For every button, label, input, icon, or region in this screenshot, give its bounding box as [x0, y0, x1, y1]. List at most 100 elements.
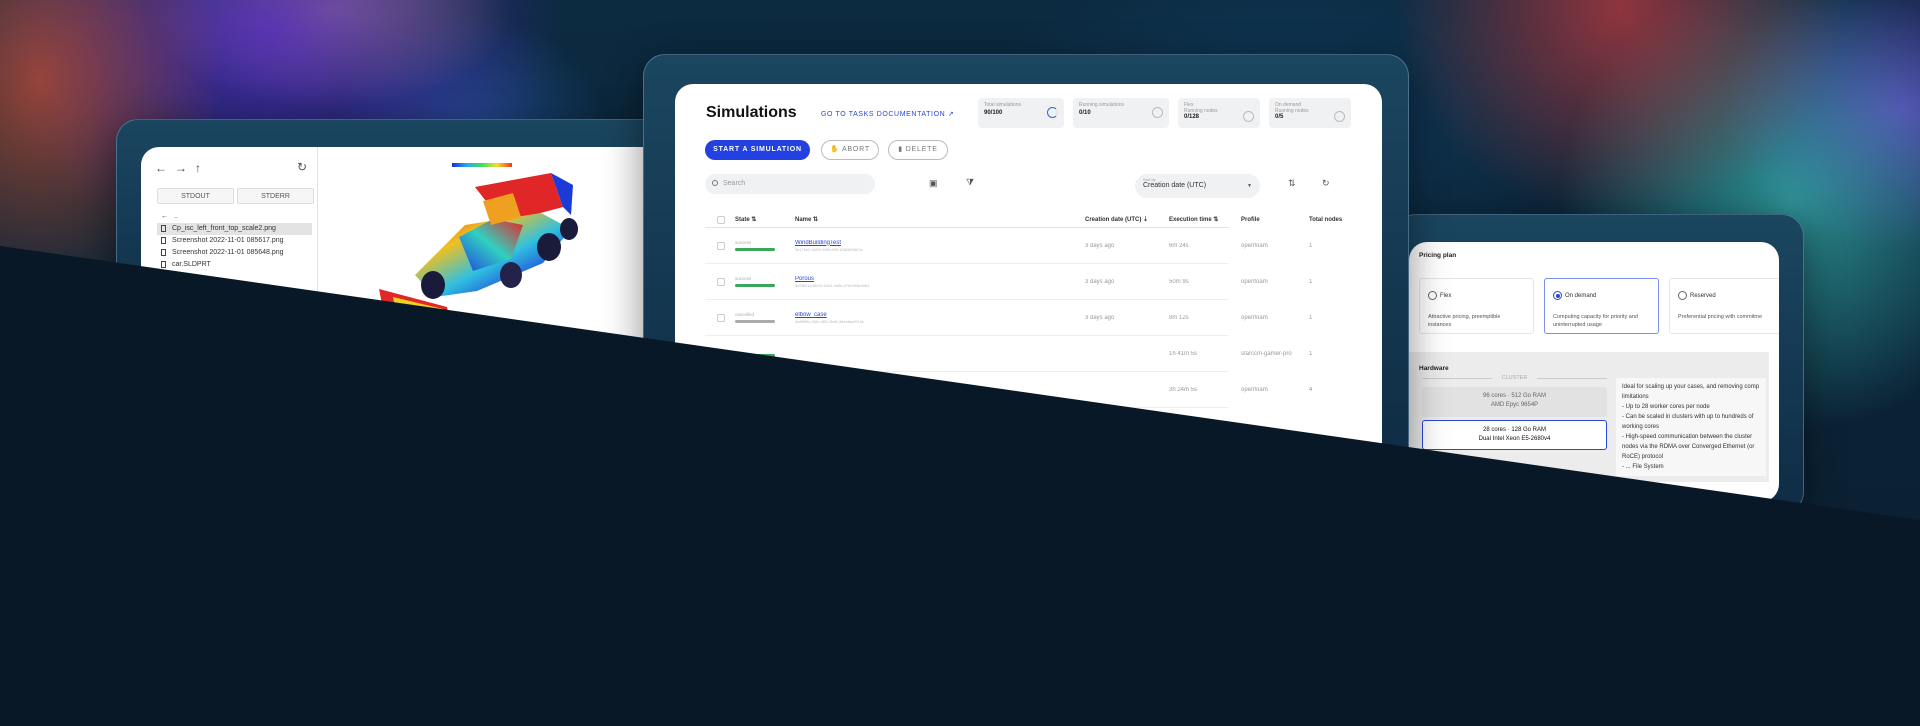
chevron-down-icon: ▼ [1247, 183, 1252, 189]
row-checkbox[interactable] [717, 277, 725, 286]
hardware-option[interactable]: 96 cores · 512 Go RAM AMD Epyc 9654P [1422, 387, 1607, 417]
filter-icon[interactable]: ⧩ [966, 177, 974, 188]
stat-flex-nodes: Flex Running nodes 0/128 [1178, 98, 1260, 128]
profile: starccm-gamer-pro [1241, 350, 1292, 357]
radio-button[interactable] [1678, 291, 1687, 301]
state-bar [735, 320, 775, 323]
execution-time: 1h 41m 5s [1169, 350, 1198, 357]
table-header: State ⇅ Name ⇅ Creation date (UTC) ⇣ Exe… [705, 212, 1342, 228]
column-state[interactable]: State ⇅ [731, 212, 791, 227]
output-tabs: STDOUT STDERR [157, 188, 314, 204]
column-execution-time[interactable]: Execution time ⇅ [1165, 212, 1237, 227]
radio-button[interactable] [1553, 291, 1562, 301]
sort-icon: ⇅ [813, 217, 819, 223]
parent-folder-item[interactable]: ←.. [157, 211, 312, 223]
creation-date: 3 days ago [1085, 278, 1115, 285]
progress-ring-icon [1152, 107, 1163, 118]
file-item[interactable]: Screenshot 2022-11-01 085617.png [157, 235, 312, 247]
state-bar [735, 248, 775, 251]
documentation-link[interactable]: GO TO TASKS DOCUMENTATION ↗ [821, 110, 954, 118]
row-checkbox[interactable] [717, 241, 725, 250]
image-file-icon [161, 249, 166, 256]
table-row[interactable]: cancelled elbow_case 4b6f9f6c-9f2e-4f52-8c… [705, 300, 1312, 336]
search-icon [712, 180, 718, 186]
back-arrow-icon: ← [161, 213, 168, 220]
image-file-icon [161, 225, 166, 232]
sort-descending-icon: ⇣ [1143, 217, 1149, 223]
trash-icon: ▮ [898, 146, 903, 153]
refresh-icon[interactable]: ↻ [1322, 178, 1330, 189]
page-title: Simulations [706, 104, 797, 121]
table-row[interactable]: success Porous 9ef3b41a-8b03-4810-9a5b-e7b… [705, 264, 1312, 300]
column-total-nodes[interactable]: Total nodes [1305, 212, 1355, 227]
sort-icon: ⇅ [1213, 217, 1219, 223]
start-simulation-button[interactable]: START A SIMULATION [705, 140, 810, 160]
stat-total-simulations: Total simulations 90/100 [978, 98, 1064, 128]
stat-on-demand-nodes: On demand Running nodes 0/5 [1269, 98, 1351, 128]
plan-reserved[interactable]: Reserved Preferential pricing with commi… [1669, 278, 1779, 334]
column-profile[interactable]: Profile [1237, 212, 1305, 227]
profile: openfoam [1241, 314, 1268, 321]
simulation-name-link[interactable]: elbow_case [795, 312, 1081, 318]
plan-description: Attractive pricing, preemptible instance… [1428, 314, 1501, 328]
image-file-icon [161, 237, 166, 244]
file-list: ←.. Cp_isc_left_front_top_scale2.png Scr… [157, 211, 312, 271]
total-nodes: 1 [1309, 278, 1313, 285]
hardware-option-selected[interactable]: 28 cores · 128 Go RAM Dual Intel Xeon E5… [1422, 420, 1607, 450]
simulation-name-link[interactable]: WindBuildingTest [795, 240, 1081, 246]
total-nodes: 4 [1309, 386, 1313, 393]
tab-stdout[interactable]: STDOUT [157, 188, 234, 204]
up-arrow-icon[interactable]: ↑ [195, 161, 201, 175]
tab-stderr[interactable]: STDERR [237, 188, 314, 204]
abort-button[interactable]: ✋ ABORT [821, 140, 879, 160]
total-nodes: 1 [1309, 242, 1313, 249]
forward-arrow-icon[interactable]: → [175, 161, 187, 175]
back-arrow-icon[interactable]: ← [155, 161, 167, 175]
profile: openfoam [1241, 386, 1268, 393]
navigation-controls: ← → ↑ [155, 161, 201, 175]
state-bar [735, 284, 775, 287]
simulation-id: 4b6f9f6c-9f2e-4f52-8c8f-3b4a8ac5f19c [795, 318, 864, 324]
execution-time: 8m 12s [1169, 314, 1189, 321]
table-row[interactable]: success WindBuildingTest 3e17bb0-3d50-48f0… [705, 228, 1312, 264]
plan-description: Computing capacity for priority and unin… [1553, 314, 1638, 328]
plan-flex[interactable]: Flex Attractive pricing, preemptible ins… [1419, 278, 1534, 334]
total-nodes: 1 [1309, 350, 1313, 357]
cluster-divider: CLUSTER [1422, 375, 1607, 381]
select-all-checkbox[interactable] [717, 216, 725, 224]
plan-on-demand[interactable]: On demand Computing capacity for priorit… [1544, 278, 1659, 334]
sort-select[interactable]: Sort by Creation date (UTC) ▼ [1135, 174, 1260, 198]
execution-time: 3h 24m 5s [1169, 386, 1198, 393]
plan-description: Preferential pricing with commitme [1678, 314, 1763, 320]
row-checkbox[interactable] [717, 313, 725, 322]
simulation-id: 9ef3b41a-8b03-4810-9a5b-e7b02f3ba9b3 [795, 282, 870, 288]
progress-ring-icon [1334, 111, 1345, 122]
hardware-title: Hardware [1419, 365, 1449, 372]
radio-button[interactable] [1428, 291, 1437, 301]
profile: openfoam [1241, 278, 1268, 285]
stop-hand-icon: ✋ [830, 146, 840, 153]
column-name[interactable]: Name ⇅ [791, 212, 1081, 227]
simulation-id: 3e17bb0-3d50-48f0-8f5f-1f3d3836b7a [795, 246, 863, 252]
search-input[interactable]: Search [705, 174, 875, 194]
sort-order-icon[interactable]: ⇅ [1288, 178, 1296, 189]
creation-date: 3 days ago [1085, 242, 1115, 249]
delete-button[interactable]: ▮ DELETE [888, 140, 948, 160]
status-badge: cancelled [731, 312, 791, 323]
refresh-icon[interactable]: ↻ [297, 160, 307, 174]
profile: openfoam [1241, 242, 1268, 249]
creation-date: 3 days ago [1085, 314, 1115, 321]
stat-running-simulations: Running simulations 0/10 [1073, 98, 1169, 128]
status-badge: success [731, 240, 791, 251]
document-file-icon [161, 261, 166, 268]
file-item[interactable]: car.SLDPRT [157, 259, 312, 271]
simulation-name-link[interactable]: Porous [795, 276, 1081, 282]
column-creation-date[interactable]: Creation date (UTC) ⇣ [1081, 212, 1165, 227]
total-nodes: 1 [1309, 314, 1313, 321]
calendar-icon[interactable]: ▣ [929, 178, 938, 189]
race-car-pressure-render [379, 173, 578, 325]
file-item[interactable]: Screenshot 2022-11-01 085648.png [157, 247, 312, 259]
hardware-description: Ideal for scaling up your cases, and rem… [1616, 378, 1766, 476]
sort-icon: ⇅ [751, 217, 757, 223]
file-item[interactable]: Cp_isc_left_front_top_scale2.png [157, 223, 312, 235]
